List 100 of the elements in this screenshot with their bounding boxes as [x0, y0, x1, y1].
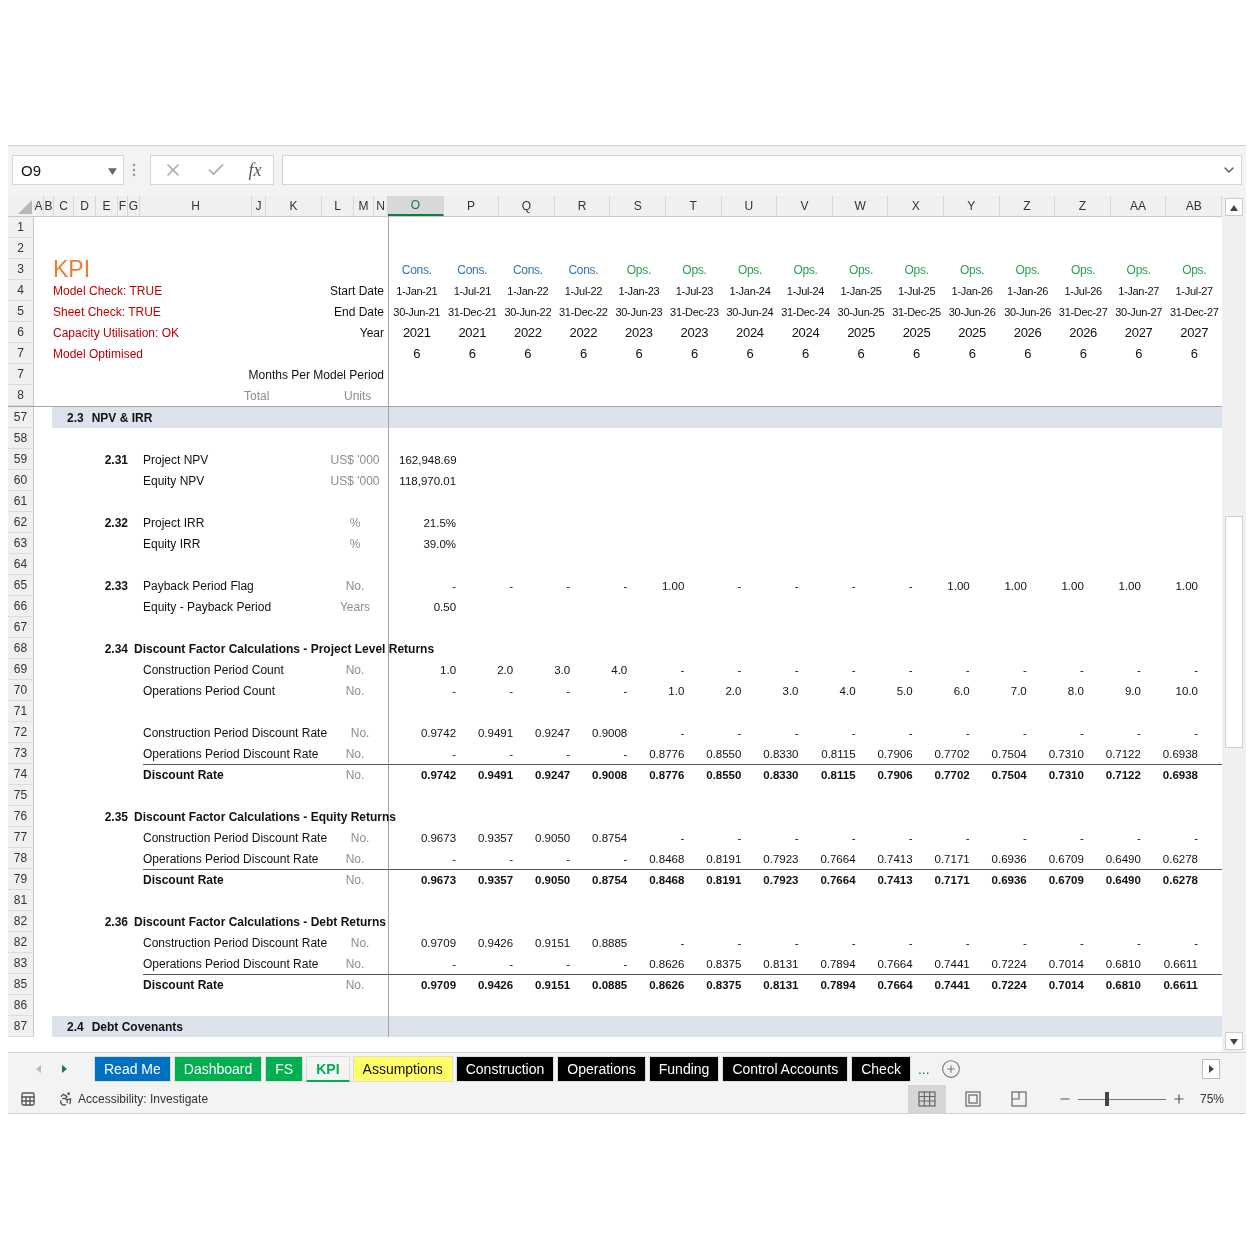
sheet-tab[interactable]: Construction: [455, 1056, 555, 1082]
accessibility-status[interactable]: Accessibility: Investigate: [78, 1092, 209, 1106]
row-number[interactable]: 76: [8, 806, 34, 827]
row-number[interactable]: 4: [8, 280, 34, 301]
column-header[interactable]: Y: [944, 196, 1000, 216]
accessibility-icon[interactable]: [58, 1091, 74, 1107]
sheet-tab[interactable]: Read Me: [94, 1056, 171, 1082]
scrollbar-thumb[interactable]: [1225, 516, 1243, 748]
row-number[interactable]: 1: [8, 217, 34, 238]
row-number[interactable]: 73: [8, 743, 34, 764]
sheet-tab[interactable]: Check: [851, 1056, 911, 1082]
name-box[interactable]: O9: [12, 155, 124, 185]
sheet-tab[interactable]: Funding: [648, 1056, 720, 1082]
row-number[interactable]: 69: [8, 659, 34, 680]
column-header[interactable]: A: [34, 196, 44, 216]
column-header[interactable]: T: [666, 196, 722, 216]
row-number[interactable]: 85: [8, 974, 34, 995]
row-number[interactable]: 82: [8, 911, 34, 932]
row-number[interactable]: 68: [8, 638, 34, 659]
row-label: Discount Rate: [143, 873, 225, 887]
more-sheets-button[interactable]: ...: [917, 1061, 930, 1077]
row-number[interactable]: 59: [8, 449, 34, 470]
row-number[interactable]: 2: [8, 238, 34, 259]
row-number[interactable]: 77: [8, 827, 34, 848]
row-number[interactable]: 86: [8, 995, 34, 1016]
row-number[interactable]: 65: [8, 575, 34, 596]
row-number[interactable]: 3: [8, 259, 34, 280]
column-header[interactable]: O: [388, 196, 444, 216]
row-number[interactable]: 74: [8, 764, 34, 785]
column-header[interactable]: C: [54, 196, 74, 216]
column-header[interactable]: Z: [999, 196, 1056, 216]
slider-thumb[interactable]: [1105, 1092, 1109, 1106]
row-number[interactable]: 72: [8, 722, 34, 743]
view-button[interactable]: [907, 1085, 946, 1113]
sheet-icon[interactable]: [20, 1091, 36, 1107]
zoom-in-button[interactable]: [1171, 1092, 1186, 1106]
row-number[interactable]: 60: [8, 470, 34, 491]
row-number[interactable]: 70: [8, 680, 34, 701]
column-header[interactable]: V: [777, 196, 833, 216]
column-header[interactable]: R: [554, 196, 611, 216]
table-cell-text: -: [964, 663, 970, 676]
column-header[interactable]: P: [443, 196, 500, 216]
column-header[interactable]: AB: [1166, 196, 1222, 216]
table-cell-text: -: [1193, 936, 1198, 949]
row-number[interactable]: 63: [8, 533, 34, 554]
column-header[interactable]: Z: [1055, 196, 1111, 216]
column-header[interactable]: J: [252, 196, 266, 216]
scroll-right-button[interactable]: [1202, 1059, 1220, 1079]
zoom-level[interactable]: 75%: [1199, 1092, 1224, 1106]
column-header[interactable]: D: [74, 196, 96, 216]
column-header[interactable]: F: [118, 196, 128, 216]
row-number[interactable]: 62: [8, 512, 34, 533]
table-cell-text: 2.0: [496, 663, 514, 676]
column-header[interactable]: M: [354, 196, 374, 216]
table-cell-text: -: [850, 831, 856, 844]
sheet-tab[interactable]: Operations: [557, 1056, 646, 1082]
row-number[interactable]: 83: [8, 953, 34, 974]
sheet-tab[interactable]: Assumptions: [352, 1056, 453, 1082]
unit-label: No.: [344, 683, 366, 698]
scroll-down-button[interactable]: [1225, 1032, 1243, 1050]
formula-input[interactable]: [282, 155, 1242, 185]
table-cell-text: 1-Jul-24: [785, 284, 826, 297]
row-number[interactable]: 87: [8, 1016, 34, 1037]
row-number[interactable]: 61: [8, 491, 34, 512]
scroll-up-button[interactable]: [1225, 198, 1243, 216]
row-number[interactable]: 78: [8, 848, 34, 869]
column-header[interactable]: K: [266, 196, 322, 216]
row-number[interactable]: 7: [8, 343, 34, 364]
table-cell-text: 0.7441: [933, 979, 970, 991]
row-number[interactable]: 6: [8, 322, 34, 343]
table-cell-text: 0.7441: [933, 957, 970, 970]
column-header[interactable]: E: [96, 196, 118, 216]
column-header[interactable]: H: [140, 196, 252, 216]
column-header[interactable]: L: [322, 196, 354, 216]
row-number[interactable]: 64: [8, 554, 34, 575]
column-header[interactable]: AA: [1110, 196, 1167, 216]
row-number[interactable]: 67: [8, 617, 34, 638]
column-header[interactable]: G: [128, 196, 140, 216]
column-header[interactable]: U: [721, 196, 778, 216]
column-header[interactable]: B: [44, 196, 54, 216]
row-number[interactable]: 75: [8, 785, 34, 806]
sheet-tab[interactable]: Control Accounts: [722, 1056, 849, 1082]
row-number[interactable]: 79: [8, 869, 34, 890]
row-number[interactable]: 81: [8, 890, 34, 911]
column-header[interactable]: X: [888, 196, 944, 216]
row-number[interactable]: 8: [8, 385, 34, 406]
column-header[interactable]: S: [610, 196, 666, 216]
row-number[interactable]: 7: [8, 364, 34, 385]
zoom-slider[interactable]: [1077, 1092, 1166, 1106]
row-number[interactable]: 57: [8, 407, 34, 428]
table-cell-text: 0.9709: [419, 936, 457, 949]
add-sheet-icon[interactable]: [940, 1059, 961, 1079]
column-header[interactable]: Q: [499, 196, 555, 216]
column-header[interactable]: W: [832, 196, 889, 216]
row-number[interactable]: 5: [8, 301, 34, 322]
insert-function-button[interactable]: fx: [248, 159, 262, 181]
row-number[interactable]: 82: [8, 932, 34, 953]
row-number[interactable]: 71: [8, 701, 34, 722]
row-number[interactable]: 66: [8, 596, 34, 617]
row-number[interactable]: 58: [8, 428, 34, 449]
